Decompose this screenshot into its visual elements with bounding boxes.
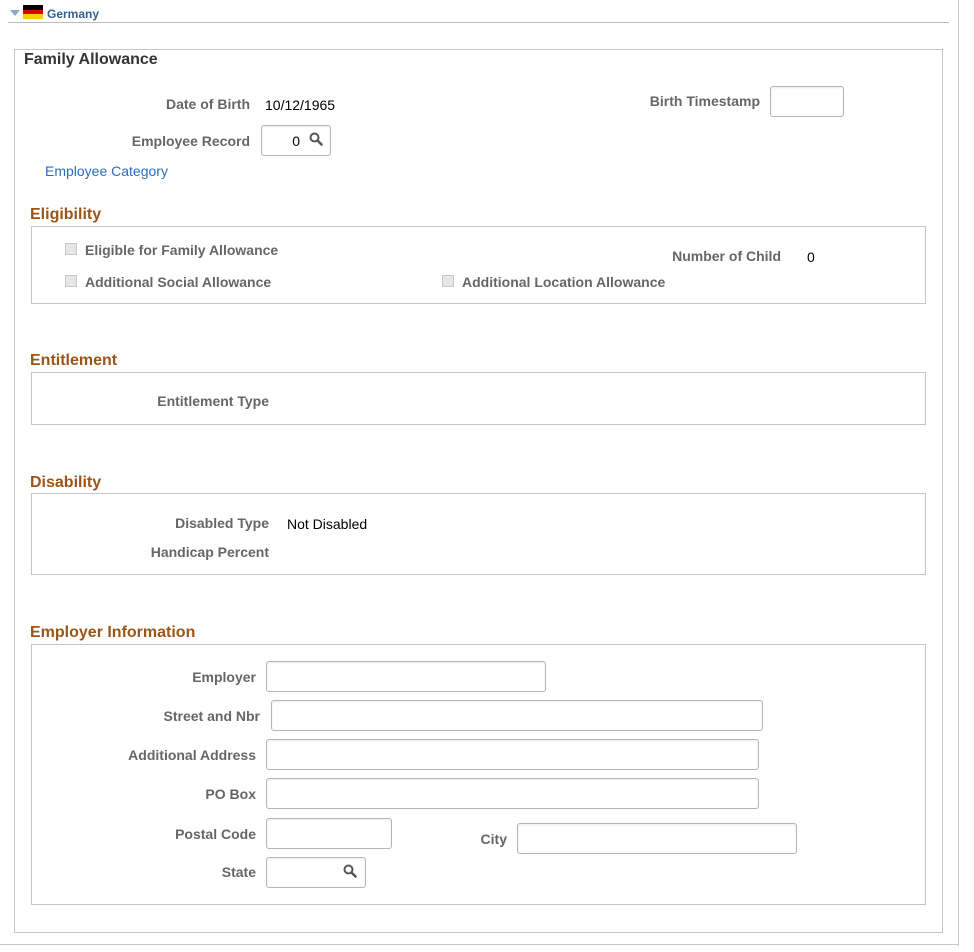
postal-code-label: Postal Code [175, 826, 256, 842]
entitlement-title: Entitlement [30, 352, 118, 369]
employee-record-input[interactable]: 0 [261, 125, 331, 156]
po-box-label: PO Box [205, 786, 256, 802]
postal-code-input[interactable] [266, 818, 392, 849]
entitlement-type-label: Entitlement Type [157, 393, 269, 409]
employee-record-value: 0 [292, 133, 300, 149]
birth-timestamp-input[interactable] [770, 86, 844, 117]
eligibility-box [31, 226, 926, 304]
birth-timestamp-label: Birth Timestamp [649, 93, 760, 109]
employer-information-title: Employer Information [30, 624, 196, 641]
date-of-birth-label: Date of Birth [166, 96, 250, 112]
disabled-type-value: Not Disabled [287, 516, 368, 532]
po-box-input[interactable] [266, 778, 759, 809]
employer-label: Employer [192, 669, 256, 685]
disability-title: Disability [30, 474, 102, 491]
family-allowance-title: Family Allowance [24, 51, 158, 68]
handicap-percent-label: Handicap Percent [150, 544, 269, 560]
employer-input[interactable] [266, 661, 546, 692]
additional-location-label: Additional Location Allowance [462, 274, 666, 290]
collapse-triangle-icon[interactable] [10, 10, 20, 16]
germany-flag-icon [23, 5, 43, 20]
state-input[interactable] [266, 857, 366, 888]
additional-address-input[interactable] [266, 739, 759, 770]
lookup-search-icon[interactable] [309, 132, 323, 146]
eligible-family-checkbox[interactable] [65, 243, 77, 255]
employee-record-label: Employee Record [131, 133, 250, 149]
additional-social-checkbox[interactable] [65, 275, 77, 287]
city-input[interactable] [517, 823, 797, 854]
page-border-bottom [0, 944, 959, 945]
header-divider [8, 22, 949, 23]
germany-collapsible-header[interactable]: Germany [10, 3, 99, 21]
eligibility-title: Eligibility [30, 206, 102, 223]
street-input[interactable] [271, 700, 763, 731]
city-label: City [480, 831, 507, 847]
additional-address-label: Additional Address [128, 747, 256, 763]
employee-category-link[interactable]: Employee Category [45, 163, 168, 179]
number-of-child-label: Number of Child [672, 248, 781, 264]
number-of-child-value: 0 [807, 249, 815, 265]
country-label[interactable]: Germany [47, 7, 99, 21]
additional-location-checkbox[interactable] [442, 275, 454, 287]
eligible-family-label: Eligible for Family Allowance [85, 242, 279, 258]
state-label: State [221, 864, 256, 880]
disability-box [31, 493, 926, 575]
street-label: Street and Nbr [163, 708, 260, 724]
additional-social-label: Additional Social Allowance [85, 274, 272, 290]
disabled-type-label: Disabled Type [175, 515, 269, 531]
page-border-right [958, 0, 961, 946]
date-of-birth-value: 10/12/1965 [265, 97, 336, 113]
state-lookup-search-icon[interactable] [343, 864, 357, 878]
